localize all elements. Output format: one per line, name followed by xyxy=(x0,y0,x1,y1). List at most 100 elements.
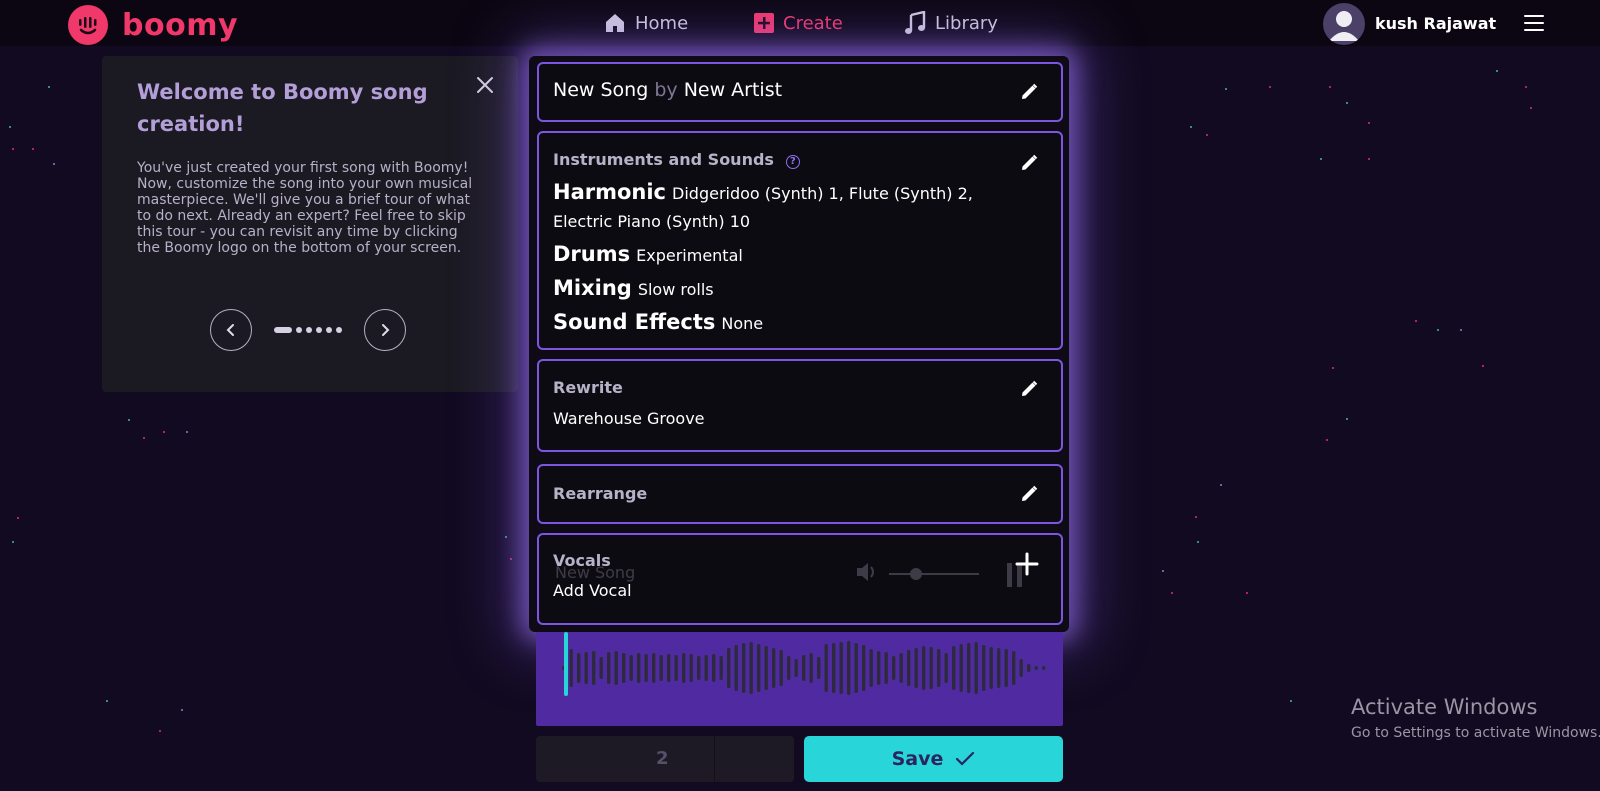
waveform-bar xyxy=(689,654,693,682)
song-title-line: New Song by New Artist xyxy=(553,79,782,101)
drums-row: Drums Experimental xyxy=(553,240,1033,270)
waveform-bar xyxy=(727,648,731,688)
main-nav: Home Create Library xyxy=(604,8,1014,38)
drums-label: Drums xyxy=(553,242,631,266)
waveform-bar xyxy=(697,656,701,680)
checkmark-icon xyxy=(956,751,975,766)
waveform-bar xyxy=(704,655,708,681)
waveform-bar xyxy=(907,650,911,686)
waveform-bar xyxy=(839,642,843,694)
waveform-bar xyxy=(989,647,993,689)
stepper-divider xyxy=(714,736,715,782)
avatar[interactable] xyxy=(1323,3,1365,45)
waveform-bar xyxy=(577,653,581,683)
waveform-bar xyxy=(599,657,603,679)
tour-step-dot[interactable] xyxy=(326,327,332,333)
tour-next-button[interactable] xyxy=(364,309,406,351)
waveform-bar xyxy=(847,641,851,695)
sound-effects-value: None xyxy=(721,314,764,333)
rearrange-heading: Rearrange xyxy=(553,484,648,503)
waveform-bar xyxy=(794,659,798,677)
rewrite-card[interactable]: Rewrite Warehouse Groove xyxy=(537,359,1063,452)
playhead-cursor[interactable] xyxy=(564,632,568,696)
hamburger-menu-icon[interactable] xyxy=(1524,15,1545,36)
waveform-bar xyxy=(899,653,903,683)
waveform-bar xyxy=(967,643,971,693)
save-button[interactable]: Save xyxy=(804,736,1063,782)
nav-home-label: Home xyxy=(635,12,689,34)
tour-step-dot[interactable] xyxy=(306,327,312,333)
mixing-row: Mixing Slow rolls xyxy=(553,274,1033,304)
user-name[interactable]: kush Rajawat xyxy=(1375,3,1496,33)
help-icon[interactable]: ? xyxy=(785,154,800,169)
song-title: New Song xyxy=(553,79,649,101)
waveform-bar xyxy=(959,644,963,692)
harmonic-label: Harmonic xyxy=(553,180,667,204)
stepper-value: 2 xyxy=(656,748,669,769)
edit-pencil-icon[interactable] xyxy=(1019,379,1039,399)
chevron-left-icon xyxy=(226,324,234,336)
rewrite-heading: Rewrite xyxy=(553,378,623,397)
windows-activation-watermark: Activate Windows Go to Settings to activ… xyxy=(1351,695,1600,741)
chevron-right-icon xyxy=(382,324,390,336)
waveform-bar xyxy=(1012,651,1016,685)
waveform-bar xyxy=(719,656,723,680)
mixing-value: Slow rolls xyxy=(637,280,714,299)
nav-home[interactable]: Home xyxy=(604,8,754,38)
tour-step-dot[interactable] xyxy=(296,327,302,333)
tour-prev-button[interactable] xyxy=(210,309,252,351)
instrument-list: Harmonic Didgeridoo (Synth) 1, Flute (Syn… xyxy=(553,178,1033,342)
song-waveform[interactable] xyxy=(536,632,1063,726)
waveform-bar xyxy=(952,646,956,690)
sound-effects-label: Sound Effects xyxy=(553,310,716,334)
vocals-card[interactable]: New Song Vocals Add Vocal xyxy=(537,533,1063,625)
boomy-logo[interactable]: boomy xyxy=(68,5,238,45)
music-note-icon xyxy=(905,11,926,34)
waveform-bar xyxy=(734,645,738,691)
waveform-bar xyxy=(757,644,761,692)
waveform-bar xyxy=(607,652,611,684)
waveform-bar xyxy=(787,656,791,680)
song-title-card[interactable]: New Song by New Artist xyxy=(537,62,1063,122)
home-icon xyxy=(606,14,624,32)
version-stepper[interactable]: 2 xyxy=(536,736,794,782)
volume-icon xyxy=(857,563,874,581)
waveform-bar xyxy=(667,654,671,682)
waveform-bar xyxy=(749,642,753,694)
waveform-bar xyxy=(1019,659,1023,677)
waveform-bar xyxy=(914,648,918,688)
close-icon[interactable] xyxy=(474,74,496,96)
song-artist: New Artist xyxy=(683,79,783,101)
tour-step-dot-active[interactable] xyxy=(274,327,292,333)
waveform-bars xyxy=(562,632,1046,696)
tour-step-dot[interactable] xyxy=(316,327,322,333)
waveform-bar xyxy=(1004,649,1008,687)
top-navigation-bar: boomy Home Create Library kush Rajawat xyxy=(0,0,1600,46)
waveform-bar xyxy=(614,651,618,685)
edit-pencil-icon[interactable] xyxy=(1019,484,1039,504)
waveform-bar xyxy=(569,649,573,687)
waveform-bar xyxy=(862,645,866,691)
rearrange-card[interactable]: Rearrange xyxy=(537,464,1063,524)
waveform-bar xyxy=(682,653,686,683)
waveform-bar xyxy=(742,643,746,693)
nav-create[interactable]: Create xyxy=(754,8,904,38)
instruments-card[interactable]: Instruments and Sounds? Harmonic Didgerid… xyxy=(537,131,1063,350)
waveform-bar xyxy=(944,653,948,683)
plus-icon[interactable] xyxy=(1015,552,1039,576)
waveform-bar xyxy=(659,655,663,681)
waveform-bar xyxy=(809,653,813,683)
waveform-bar xyxy=(884,652,888,684)
watermark-title: Activate Windows xyxy=(1351,695,1538,719)
tour-panel: Welcome to Boomy song creation! You've j… xyxy=(102,56,518,392)
nav-library[interactable]: Library xyxy=(904,8,1014,38)
instruments-heading: Instruments and Sounds? xyxy=(553,150,800,169)
watermark-subtitle: Go to Settings to activate Windows. xyxy=(1351,725,1600,741)
waveform-bar xyxy=(974,642,978,694)
tour-step-dot[interactable] xyxy=(336,327,342,333)
harmonic-row: Harmonic Didgeridoo (Synth) 1, Flute (Syn… xyxy=(553,178,1033,236)
edit-pencil-icon[interactable] xyxy=(1019,153,1039,173)
add-vocal-link[interactable]: Add Vocal xyxy=(553,581,632,600)
waveform-bar xyxy=(622,653,626,683)
edit-pencil-icon[interactable] xyxy=(1019,82,1039,102)
